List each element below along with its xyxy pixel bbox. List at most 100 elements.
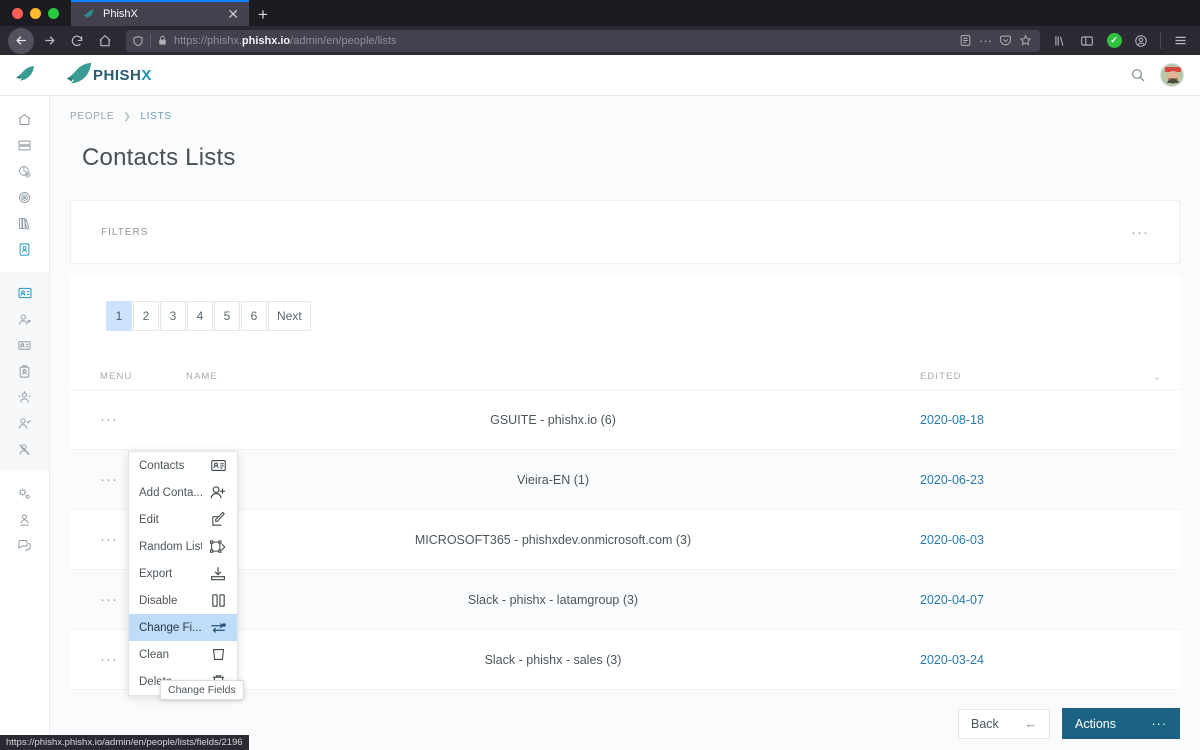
add-user-icon: [208, 483, 228, 503]
table-header-row: MENU NAME EDITED ⌄: [70, 363, 1180, 390]
menu-item-label: Random List: [139, 540, 202, 553]
row-edited-date[interactable]: 2020-06-23: [920, 473, 1135, 487]
page-button-2[interactable]: 2: [133, 301, 159, 331]
main-content: PEOPLE ❯ LISTS Contacts Lists FILTERS ··…: [50, 96, 1200, 750]
menu-item-contacts[interactable]: Contacts: [129, 452, 237, 479]
account-icon[interactable]: [1129, 28, 1153, 54]
sidebar-group-people: [0, 272, 49, 470]
phishx-logo[interactable]: PHISHX: [65, 62, 152, 88]
hamburger-menu-icon[interactable]: [1168, 28, 1192, 54]
filters-panel: FILTERS ···: [70, 200, 1180, 264]
change-fields-icon: [208, 618, 228, 638]
bookmark-star-icon[interactable]: [1019, 34, 1032, 47]
menu-item-disable[interactable]: Disable: [129, 587, 237, 614]
lock-icon[interactable]: [157, 35, 168, 46]
row-menu-cell: ···: [100, 412, 186, 427]
library-icon[interactable]: [1048, 28, 1072, 54]
menu-item-random-list[interactable]: Random List: [129, 533, 237, 560]
menu-item-export[interactable]: Export: [129, 560, 237, 587]
url-text[interactable]: https://phishx.phishx.io/admin/en/people…: [174, 35, 953, 47]
sidebar-item-reports[interactable]: [10, 158, 40, 184]
row-menu-dots-icon[interactable]: ···: [100, 412, 118, 427]
sidebar-item-home[interactable]: [10, 106, 40, 132]
footer-actions: Back ← Actions ···: [958, 708, 1180, 739]
table-row[interactable]: ··· GSUITE - phishx.io (6) 2020-08-18: [70, 390, 1180, 450]
search-icon[interactable]: [1130, 67, 1146, 83]
row-menu-dots-icon[interactable]: ···: [100, 472, 118, 487]
page-button-1[interactable]: 1: [106, 301, 132, 331]
forward-navigation-button[interactable]: [36, 28, 62, 54]
breadcrumb-chevron-icon: ❯: [123, 111, 132, 121]
browser-tab[interactable]: PhishX ✕: [71, 0, 249, 26]
sidebar-item-user-settings[interactable]: [10, 306, 40, 332]
new-tab-button[interactable]: +: [249, 6, 277, 23]
menu-item-add-contact[interactable]: Add Conta...: [129, 479, 237, 506]
pocket-icon[interactable]: [999, 34, 1012, 47]
sidebar-item-lists[interactable]: [10, 280, 40, 306]
row-menu-dots-icon[interactable]: ···: [100, 532, 118, 547]
page-button-5[interactable]: 5: [214, 301, 240, 331]
sidebar-toggle-icon[interactable]: [1075, 28, 1099, 54]
window-controls: [8, 0, 71, 26]
shield-icon[interactable]: [132, 35, 144, 47]
page-button-next[interactable]: Next: [268, 301, 311, 331]
row-edited-date[interactable]: 2020-08-18: [920, 413, 1135, 427]
menu-item-change-fields[interactable]: Change Fi...: [129, 614, 237, 641]
sidebar-group-system: [0, 480, 49, 558]
sidebar-item-target[interactable]: [10, 184, 40, 210]
menu-item-clean[interactable]: Clean: [129, 641, 237, 668]
breadcrumb-item-lists[interactable]: LISTS: [140, 111, 171, 122]
page-button-4[interactable]: 4: [187, 301, 213, 331]
row-name: MICROSOFT365 - phishxdev.onmicrosoft.com…: [414, 532, 692, 547]
sidebar-item-user-disabled[interactable]: [10, 436, 40, 462]
tab-close-icon[interactable]: ✕: [223, 7, 243, 21]
window-minimize-button[interactable]: [30, 7, 41, 19]
filters-more-icon[interactable]: ···: [1131, 225, 1149, 240]
phishx-application: PHISHX PEOPLE ❯ LISTS Contacts Lists FIL…: [0, 55, 1200, 750]
reload-button[interactable]: [64, 28, 90, 54]
page-actions-icon[interactable]: ···: [979, 34, 992, 47]
row-name: GSUITE - phishx.io (6): [490, 412, 616, 427]
sidebar-item-profile[interactable]: [10, 506, 40, 532]
row-menu-dots-icon[interactable]: ···: [100, 592, 118, 607]
change-fields-tooltip: Change Fields: [160, 680, 244, 700]
phishx-favicon-icon: [81, 7, 95, 21]
random-list-icon: [208, 537, 228, 557]
sidebar-item-servers[interactable]: [10, 132, 40, 158]
user-avatar[interactable]: [1160, 63, 1184, 87]
row-edited-date[interactable]: 2020-04-07: [920, 593, 1135, 607]
sidebar-item-user-check[interactable]: [10, 410, 40, 436]
sidebar-item-chat[interactable]: [10, 532, 40, 558]
sidebar-item-id-badge[interactable]: [10, 358, 40, 384]
sidebar-item-id-card[interactable]: [10, 332, 40, 358]
window-close-button[interactable]: [12, 7, 23, 19]
sort-chevron-down-icon[interactable]: ⌄: [1135, 370, 1180, 383]
back-navigation-button[interactable]: [8, 27, 34, 54]
row-edited-date[interactable]: 2020-06-03: [920, 533, 1135, 547]
page-button-3[interactable]: 3: [160, 301, 186, 331]
actions-button[interactable]: Actions ···: [1062, 708, 1180, 739]
status-bar-url: https://phishx.phishx.io/admin/en/people…: [6, 737, 243, 748]
column-header-menu: MENU: [100, 370, 133, 382]
row-edited-date[interactable]: 2020-03-24: [920, 653, 1135, 667]
back-button[interactable]: Back ←: [958, 708, 1050, 739]
sidebar-item-contact-book[interactable]: [10, 236, 40, 262]
header-right-actions: [1130, 63, 1200, 87]
sidebar-item-settings[interactable]: [10, 480, 40, 506]
browser-chrome: PhishX ✕ + https://phishx.phishx.io/admi…: [0, 0, 1200, 55]
home-button[interactable]: [92, 28, 118, 54]
sync-status-icon[interactable]: ✓: [1102, 28, 1126, 54]
url-bar[interactable]: https://phishx.phishx.io/admin/en/people…: [126, 29, 1040, 52]
row-name: Vieira-EN (1): [516, 472, 589, 487]
logo-area[interactable]: PHISHX: [0, 62, 152, 88]
sidebar-item-library[interactable]: [10, 210, 40, 236]
menu-item-edit[interactable]: Edit: [129, 506, 237, 533]
reader-mode-icon[interactable]: [959, 34, 972, 47]
row-menu-dots-icon[interactable]: ···: [100, 652, 118, 667]
breadcrumb-item-people[interactable]: PEOPLE: [70, 111, 114, 122]
sidebar-item-user-group[interactable]: [10, 384, 40, 410]
url-bar-actions: ···: [959, 34, 1034, 47]
browser-status-bar: https://phishx.phishx.io/admin/en/people…: [0, 735, 249, 750]
window-maximize-button[interactable]: [48, 7, 59, 19]
page-button-6[interactable]: 6: [241, 301, 267, 331]
